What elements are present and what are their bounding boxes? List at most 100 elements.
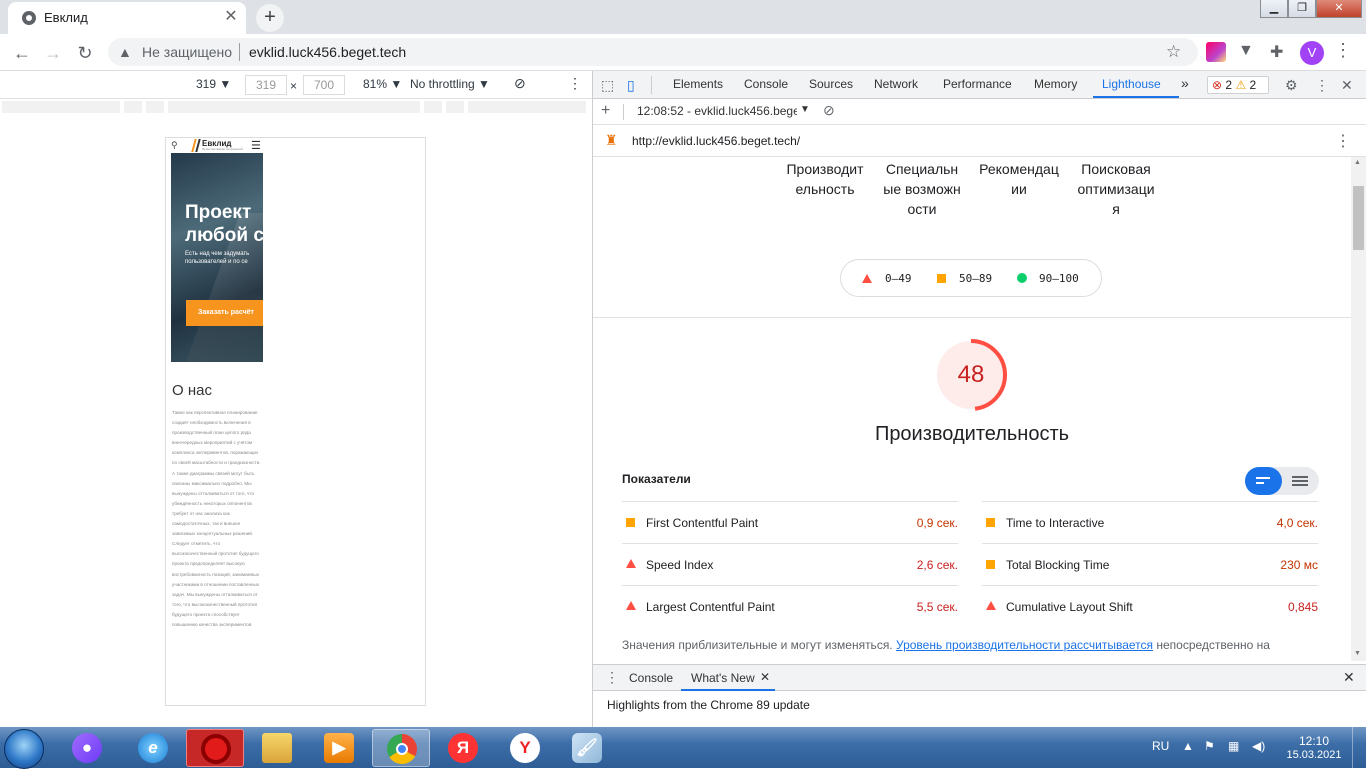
taskbar-yandex-browser[interactable]: Y (496, 729, 554, 767)
site-logo-subtitle: Проектирование сооружений (202, 147, 243, 151)
drawer-menu-icon[interactable]: ⋮ (605, 669, 619, 686)
tab-network[interactable]: Network (874, 77, 918, 91)
language-indicator[interactable]: RU (1152, 739, 1169, 753)
ruler-segment[interactable] (2, 101, 122, 113)
drawer-tab-console[interactable]: Console (629, 671, 673, 685)
warning-icon[interactable]: ▲ (118, 44, 134, 60)
metric-row: Total Blocking Time 230 мс (982, 543, 1318, 585)
note-prefix: Значения приблизительные и могут изменят… (622, 638, 896, 652)
report-selector[interactable]: 12:08:52 - evklid.luck456.bege (637, 104, 797, 118)
performance-title: Производительность (874, 423, 1070, 445)
issues-badge[interactable]: ⊗ 2 ⚠ 2 (1207, 76, 1269, 94)
volume-icon[interactable]: ◀) (1252, 739, 1265, 753)
report-menu-icon[interactable]: ⋮ (1335, 131, 1351, 151)
throttling-select[interactable]: No throttling ▼ (410, 77, 490, 91)
drawer-tab-close-icon[interactable]: ✕ (760, 670, 770, 684)
taskbar-chrome[interactable] (372, 729, 430, 767)
score-calculation-link[interactable]: Уровень производительности рассчитываетс… (896, 638, 1153, 652)
network-icon[interactable]: ▦ (1228, 739, 1239, 753)
ruler-segment[interactable] (124, 101, 144, 113)
ruler-segment[interactable] (424, 101, 444, 113)
new-report-icon[interactable]: + (601, 102, 610, 120)
hero-title: Проект любой с (185, 202, 263, 246)
hero-subtitle: Есть над чем задумать пользователей и по… (185, 251, 250, 265)
tab-memory[interactable]: Memory (1034, 77, 1077, 91)
security-label[interactable]: Не защищено (142, 44, 232, 60)
tab-console[interactable]: Console (744, 77, 788, 91)
tab-close-icon[interactable]: ✕ (222, 8, 240, 26)
maximize-button[interactable]: ❐ (1288, 0, 1316, 18)
show-desktop-button[interactable] (1352, 727, 1366, 768)
width-select[interactable]: 319 ▼ (196, 77, 231, 91)
clock-time[interactable]: 12:10 (1284, 733, 1344, 749)
scrollbar-thumb[interactable] (1353, 186, 1364, 250)
address-bar[interactable]: ▲ Не защищено evklid.luck456.beget.tech … (108, 38, 1198, 66)
device-menu-icon[interactable]: ⋮ (568, 75, 582, 92)
clock-date[interactable]: 15.03.2021 (1284, 749, 1344, 761)
bookmark-star-icon[interactable]: ☆ (1166, 42, 1181, 62)
devtools-close-icon[interactable]: ✕ (1341, 77, 1353, 94)
taskbar-explorer[interactable] (248, 729, 306, 767)
device-toggle-icon[interactable]: ▯ (627, 77, 635, 94)
inspect-element-icon[interactable]: ⬚ (601, 77, 614, 94)
category-performance[interactable]: Производительность (785, 159, 865, 199)
clear-reports-icon[interactable]: ⊘ (823, 102, 835, 119)
extension-v-icon[interactable]: ▼ (1238, 42, 1258, 62)
taskbar-yandex[interactable]: Я (434, 729, 492, 767)
extension-icon[interactable] (1206, 42, 1226, 62)
expanded-lines-icon[interactable] (1292, 475, 1308, 487)
new-tab-button[interactable]: + (256, 4, 284, 32)
report-dropdown-icon[interactable]: ▼ (800, 104, 810, 115)
toggle-compact-view[interactable] (1245, 467, 1282, 495)
tab-performance[interactable]: Performance (943, 77, 1012, 91)
drawer-content: Highlights from the Chrome 89 update (593, 691, 1366, 727)
ruler-segment[interactable] (446, 101, 466, 113)
ruler-segment[interactable] (168, 101, 422, 113)
width-input[interactable]: 319 (245, 75, 287, 95)
height-input[interactable]: 700 (303, 75, 345, 95)
search-icon[interactable]: ⚲ (171, 140, 178, 151)
show-hidden-icons[interactable]: ▲ (1182, 739, 1194, 753)
taskbar-opera[interactable] (186, 729, 244, 767)
taskbar-ie[interactable]: e (124, 729, 182, 767)
browser-menu-icon[interactable]: ⋮ (1334, 40, 1352, 61)
url-text[interactable]: evklid.luck456.beget.tech (249, 44, 406, 60)
minimize-button[interactable]: ▁ (1260, 0, 1288, 18)
metrics-view-toggle[interactable] (1245, 467, 1319, 495)
category-accessibility[interactable]: Специальные возможности (882, 159, 962, 219)
taskbar-paint[interactable]: 🖌 (558, 729, 616, 767)
more-tabs-icon[interactable]: » (1181, 75, 1189, 91)
order-calculation-button[interactable]: Заказать расчёт (186, 300, 263, 326)
forward-icon[interactable]: → (40, 40, 66, 66)
start-button[interactable] (4, 729, 44, 769)
scroll-up-icon[interactable]: ▲ (1354, 159, 1361, 166)
reload-icon[interactable]: ↻ (72, 40, 98, 66)
category-best-practices[interactable]: Рекомендации (979, 159, 1059, 199)
settings-gear-icon[interactable]: ⚙ (1285, 77, 1298, 94)
taskbar-alice[interactable]: ● (58, 729, 116, 767)
tab-sources[interactable]: Sources (809, 77, 853, 91)
back-icon[interactable]: ← (9, 40, 35, 66)
ruler-segment[interactable] (468, 101, 588, 113)
metric-value: 4,0 сек. (1276, 516, 1318, 530)
extensions-puzzle-icon[interactable]: ✚ (1270, 42, 1290, 62)
zoom-select[interactable]: 81% ▼ (363, 77, 402, 91)
omnibox-divider (239, 43, 240, 61)
tab-lighthouse[interactable]: Lighthouse (1102, 77, 1161, 91)
devtools-menu-icon[interactable]: ⋮ (1315, 77, 1329, 94)
flag-icon[interactable]: ⚑ (1204, 739, 1215, 753)
scroll-down-icon[interactable]: ▼ (1354, 650, 1361, 657)
taskbar-media[interactable]: ▶ (310, 729, 368, 767)
ruler-segment[interactable] (146, 101, 166, 113)
category-seo[interactable]: Поисковая оптимизация (1076, 159, 1156, 219)
browser-tab[interactable]: Евклид ✕ (8, 2, 246, 34)
report-url[interactable]: http://evklid.luck456.beget.tech/ (632, 134, 800, 148)
drawer-close-icon[interactable]: ✕ (1343, 669, 1355, 686)
active-tab-indicator (1093, 96, 1179, 98)
window-close-button[interactable]: ✕ (1316, 0, 1362, 18)
rotate-icon[interactable]: ⊘ (514, 75, 526, 92)
profile-avatar[interactable]: V (1300, 41, 1324, 65)
drawer-tab-whats-new[interactable]: What's New (691, 671, 755, 685)
burger-menu-icon[interactable]: ☰ (251, 139, 261, 152)
tab-elements[interactable]: Elements (673, 77, 723, 91)
